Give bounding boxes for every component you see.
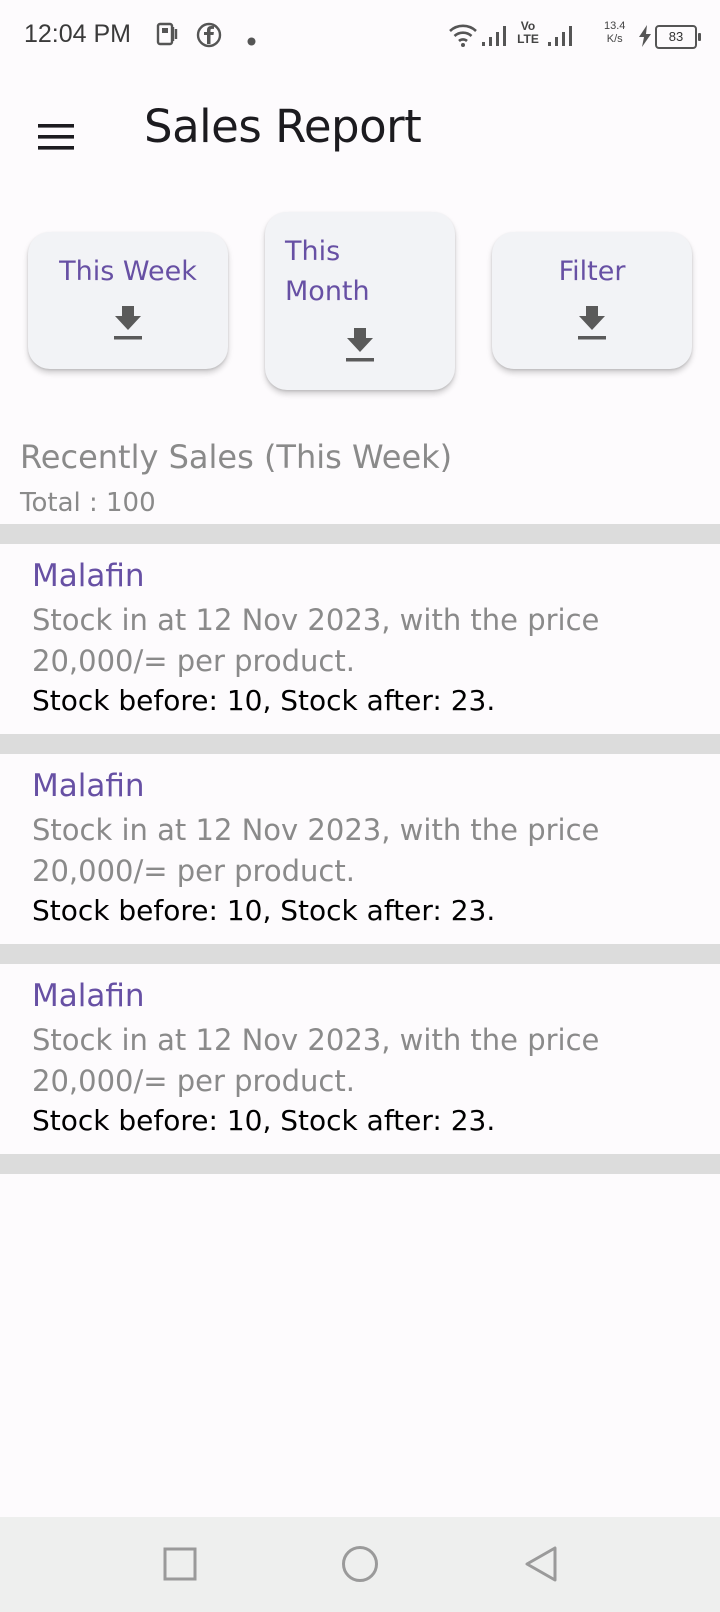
home-circle-icon[interactable]	[341, 1545, 379, 1587]
dot-icon	[247, 31, 256, 50]
sale-list-item[interactable]: Malafin Stock in at 12 Nov 2023, with th…	[0, 544, 720, 734]
notes-app-icon	[156, 22, 180, 50]
this-month-button[interactable]: This Month	[265, 212, 455, 390]
status-time: 12:04 PM	[24, 20, 132, 48]
download-icon	[114, 306, 142, 344]
sale-description: Stock in at 12 Nov 2023, with the price …	[32, 603, 600, 678]
wifi-icon	[448, 22, 478, 52]
stock-change: Stock before: 10, Stock after: 23.	[32, 684, 496, 717]
menu-button[interactable]	[24, 104, 88, 168]
hamburger-menu-icon	[38, 124, 74, 154]
this-month-label: This Month	[285, 236, 370, 307]
section-title: Recently Sales (This Week)	[20, 438, 453, 476]
page-title: Sales Report	[144, 100, 422, 153]
facebook-icon	[196, 22, 222, 52]
signal-icon	[482, 24, 512, 52]
product-name: Malafin	[32, 558, 145, 594]
this-week-button[interactable]: This Week	[28, 232, 228, 369]
back-triangle-icon[interactable]	[524, 1545, 558, 1587]
network-speed-unit: K/s	[606, 33, 623, 45]
sale-description: Stock in at 12 Nov 2023, with the price …	[32, 1023, 600, 1098]
product-name: Malafin	[32, 768, 145, 804]
sales-total: Total : 100	[20, 488, 156, 518]
product-name: Malafin	[32, 978, 145, 1014]
sale-description: Stock in at 12 Nov 2023, with the price …	[32, 813, 600, 888]
stock-change: Stock before: 10, Stock after: 23.	[32, 1104, 496, 1137]
download-icon	[346, 328, 374, 366]
filter-button[interactable]: Filter	[492, 232, 692, 369]
app-bar: Sales Report	[0, 72, 720, 188]
charging-icon	[638, 25, 652, 51]
download-icon	[578, 306, 606, 344]
sale-list-item[interactable]: Malafin Stock in at 12 Nov 2023, with th…	[0, 754, 720, 944]
this-week-label: This Week	[59, 256, 197, 287]
status-bar: 12:04 PM Vo LTE 13.4 K/s 83	[0, 0, 720, 72]
divider	[0, 524, 720, 544]
divider	[0, 944, 720, 964]
divider	[0, 734, 720, 754]
recents-square-icon[interactable]	[163, 1547, 197, 1585]
filter-label: Filter	[558, 256, 626, 287]
battery-icon: 83	[655, 25, 701, 49]
network-speed: 13.4 K/s	[604, 20, 625, 46]
network-speed-value: 13.4	[604, 20, 626, 32]
signal-icon	[548, 24, 578, 52]
system-nav-bar	[0, 1517, 720, 1612]
divider	[0, 1154, 720, 1174]
sale-list-item[interactable]: Malafin Stock in at 12 Nov 2023, with th…	[0, 964, 720, 1154]
stock-change: Stock before: 10, Stock after: 23.	[32, 894, 496, 927]
volte-icon: Vo LTE	[517, 19, 539, 46]
